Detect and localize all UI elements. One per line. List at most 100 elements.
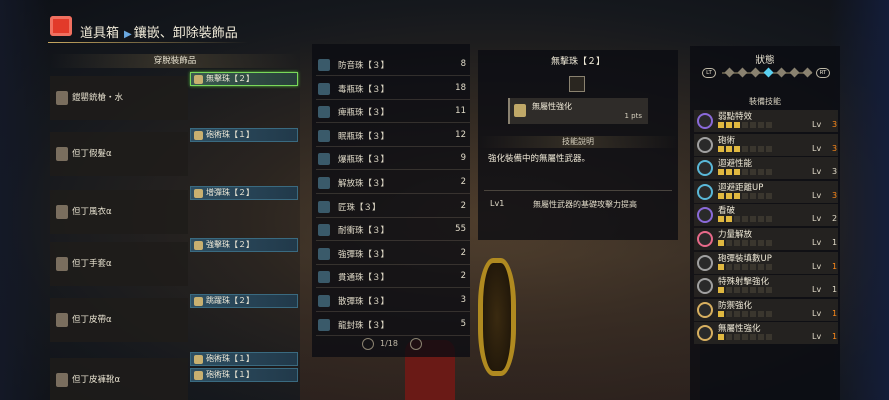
decoration-list-item[interactable]: 貫通珠【３】 2: [316, 266, 470, 289]
skill-level-value: 2: [832, 214, 838, 224]
level-pip: [758, 334, 764, 341]
decoration-name: 匠珠【３】: [338, 202, 381, 213]
decoration-count: 3: [460, 295, 466, 305]
level-pip: [734, 145, 740, 152]
equipment-row[interactable]: 但丁風衣α 增彈珠【２】: [50, 186, 300, 234]
skill-level-bar: [718, 145, 803, 152]
skill-row[interactable]: 看破 Lv 2: [694, 204, 838, 227]
level-pip: [718, 122, 724, 128]
jewel-icon: [194, 131, 203, 140]
armor-icon: [56, 91, 68, 105]
row-divider: [316, 98, 470, 100]
level-pip: [758, 169, 764, 176]
equipment-row[interactable]: 但丁假髮α 砲術珠【１】: [50, 128, 300, 176]
skill-level-value: 3: [832, 190, 838, 200]
equipment-row[interactable]: 但丁手套α 強擊珠【２】: [50, 238, 300, 286]
decoration-slot[interactable]: 無擊珠【２】: [190, 72, 298, 86]
decoration-slot[interactable]: 砲術珠【１】: [190, 352, 298, 366]
next-page-icon[interactable]: [410, 338, 422, 350]
level-pip: [750, 216, 756, 223]
decoration-slot[interactable]: 砲術珠【１】: [190, 368, 298, 382]
detail-skill-box: 無屬性強化 1 pts: [508, 98, 648, 124]
jewel-icon: [318, 271, 330, 284]
skill-icon: [697, 301, 713, 318]
decoration-list-item[interactable]: 爆瓶珠【３】 9: [316, 148, 470, 171]
skill-row[interactable]: 砲術 Lv 3: [694, 133, 838, 156]
level-pip: [718, 287, 724, 294]
decoration-list-item[interactable]: 散彈珠【３】 3: [316, 290, 470, 312]
level-pip: [742, 310, 748, 317]
armor-icon: [56, 313, 68, 327]
decoration-name: 貫通珠【３】: [338, 273, 390, 284]
page-dot: [724, 67, 735, 78]
level-pip: [734, 240, 740, 246]
decoration-name: 耐衝珠【３】: [338, 226, 390, 237]
skill-row[interactable]: 防禦強化 Lv 1: [694, 298, 838, 321]
skill-row[interactable]: 迴避性能 Lv 3: [694, 157, 838, 180]
decoration-slot[interactable]: 增彈珠【２】: [190, 186, 298, 200]
skill-row[interactable]: 無屬性強化 Lv 1: [694, 322, 838, 345]
rt-button[interactable]: RT: [816, 68, 830, 78]
decoration-name: 眠瓶珠【３】: [338, 131, 390, 142]
equipment-row[interactable]: 但丁皮帶α 跳躍珠【２】: [50, 294, 300, 342]
decoration-list: 防音珠【３】 8 毒瓶珠【３】 18 痺瓶珠【３】 11 眠瓶珠【３】 12 爆瓶珠【３】 9 解放…: [312, 44, 470, 357]
skill-row[interactable]: 迴避距離UP Lv 3: [694, 180, 838, 203]
decoration-name: 龍封珠【３】: [338, 320, 390, 331]
decoration-slot[interactable]: 強擊珠【２】: [190, 238, 298, 252]
decoration-list-item[interactable]: 耐衝珠【３】 55: [316, 219, 470, 242]
decoration-list-item[interactable]: 眠瓶珠【３】 12: [316, 125, 470, 147]
level-pip: [750, 169, 756, 176]
equipment-name: 但丁皮帶α: [72, 315, 112, 325]
level-pip: [726, 334, 732, 341]
decoration-list-item[interactable]: 痺瓶珠【３】 11: [316, 101, 470, 124]
jewel-icon: [318, 177, 330, 189]
equipment-box[interactable]: [50, 298, 188, 342]
level-pip: [742, 216, 748, 223]
equipment-box[interactable]: [50, 132, 188, 176]
level-pip: [758, 192, 764, 199]
skill-row[interactable]: 砲彈裝填數UP Lv 1: [694, 251, 838, 274]
page-dot: [776, 67, 787, 78]
decoration-list-item[interactable]: 龍封珠【３】 5: [316, 314, 470, 336]
level-pip: [766, 145, 772, 152]
skill-row[interactable]: 特殊射擊強化 Lv 1: [694, 275, 838, 298]
row-divider: [316, 311, 470, 312]
level-pip: [742, 145, 748, 152]
skill-icon: [697, 231, 713, 247]
skill-row[interactable]: 弱點特效 Lv 3: [694, 110, 838, 132]
skill-level-value: 1: [832, 332, 838, 342]
skill-icon: [697, 113, 713, 129]
decoration-list-item[interactable]: 匠珠【３】 2: [316, 196, 470, 218]
decoration-slot[interactable]: 跳躍珠【２】: [190, 294, 298, 308]
jewel-icon: [194, 355, 203, 364]
prev-page-icon[interactable]: [362, 338, 374, 350]
row-divider: [316, 216, 470, 218]
decoration-list-item[interactable]: 解放珠【３】 2: [316, 172, 470, 194]
equipment-row[interactable]: 但丁皮褲靴α 砲術珠【１】 砲術珠【１】: [50, 352, 300, 400]
skill-icon: [697, 254, 713, 271]
skill-level-value: 1: [832, 238, 838, 247]
level-pip: [758, 310, 764, 317]
skill-lv-label: Lv: [812, 238, 822, 247]
equipment-row[interactable]: 鎧罌銃槍・水 無擊珠【２】: [50, 72, 300, 120]
lt-button[interactable]: LT: [702, 68, 716, 78]
skill-level-value: 1: [832, 308, 838, 318]
equipment-box[interactable]: [50, 242, 188, 286]
breadcrumb-arrow-icon: ▶: [124, 29, 132, 40]
jewel-icon: [318, 129, 330, 142]
decoration-list-item[interactable]: 毒瓶珠【３】 18: [316, 78, 470, 100]
skill-name: 看破: [718, 206, 736, 217]
jewel-icon: [318, 318, 330, 331]
breadcrumb-item-box[interactable]: 道具箱: [80, 26, 119, 41]
decoration-list-item[interactable]: 防音珠【３】 8: [316, 54, 470, 76]
level-pip: [734, 192, 740, 199]
skill-row[interactable]: 力量解放 Lv 1: [694, 228, 838, 250]
skill-level-bar: [718, 169, 803, 176]
level-pip: [734, 263, 740, 270]
jewel-icon: [318, 200, 330, 213]
decoration-count: 12: [455, 129, 466, 140]
decoration-list-item[interactable]: 強彈珠【３】 2: [316, 243, 470, 265]
decoration-slot[interactable]: 砲術珠【１】: [190, 128, 298, 142]
level-pip: [726, 169, 732, 176]
equipment-box[interactable]: [50, 190, 188, 234]
